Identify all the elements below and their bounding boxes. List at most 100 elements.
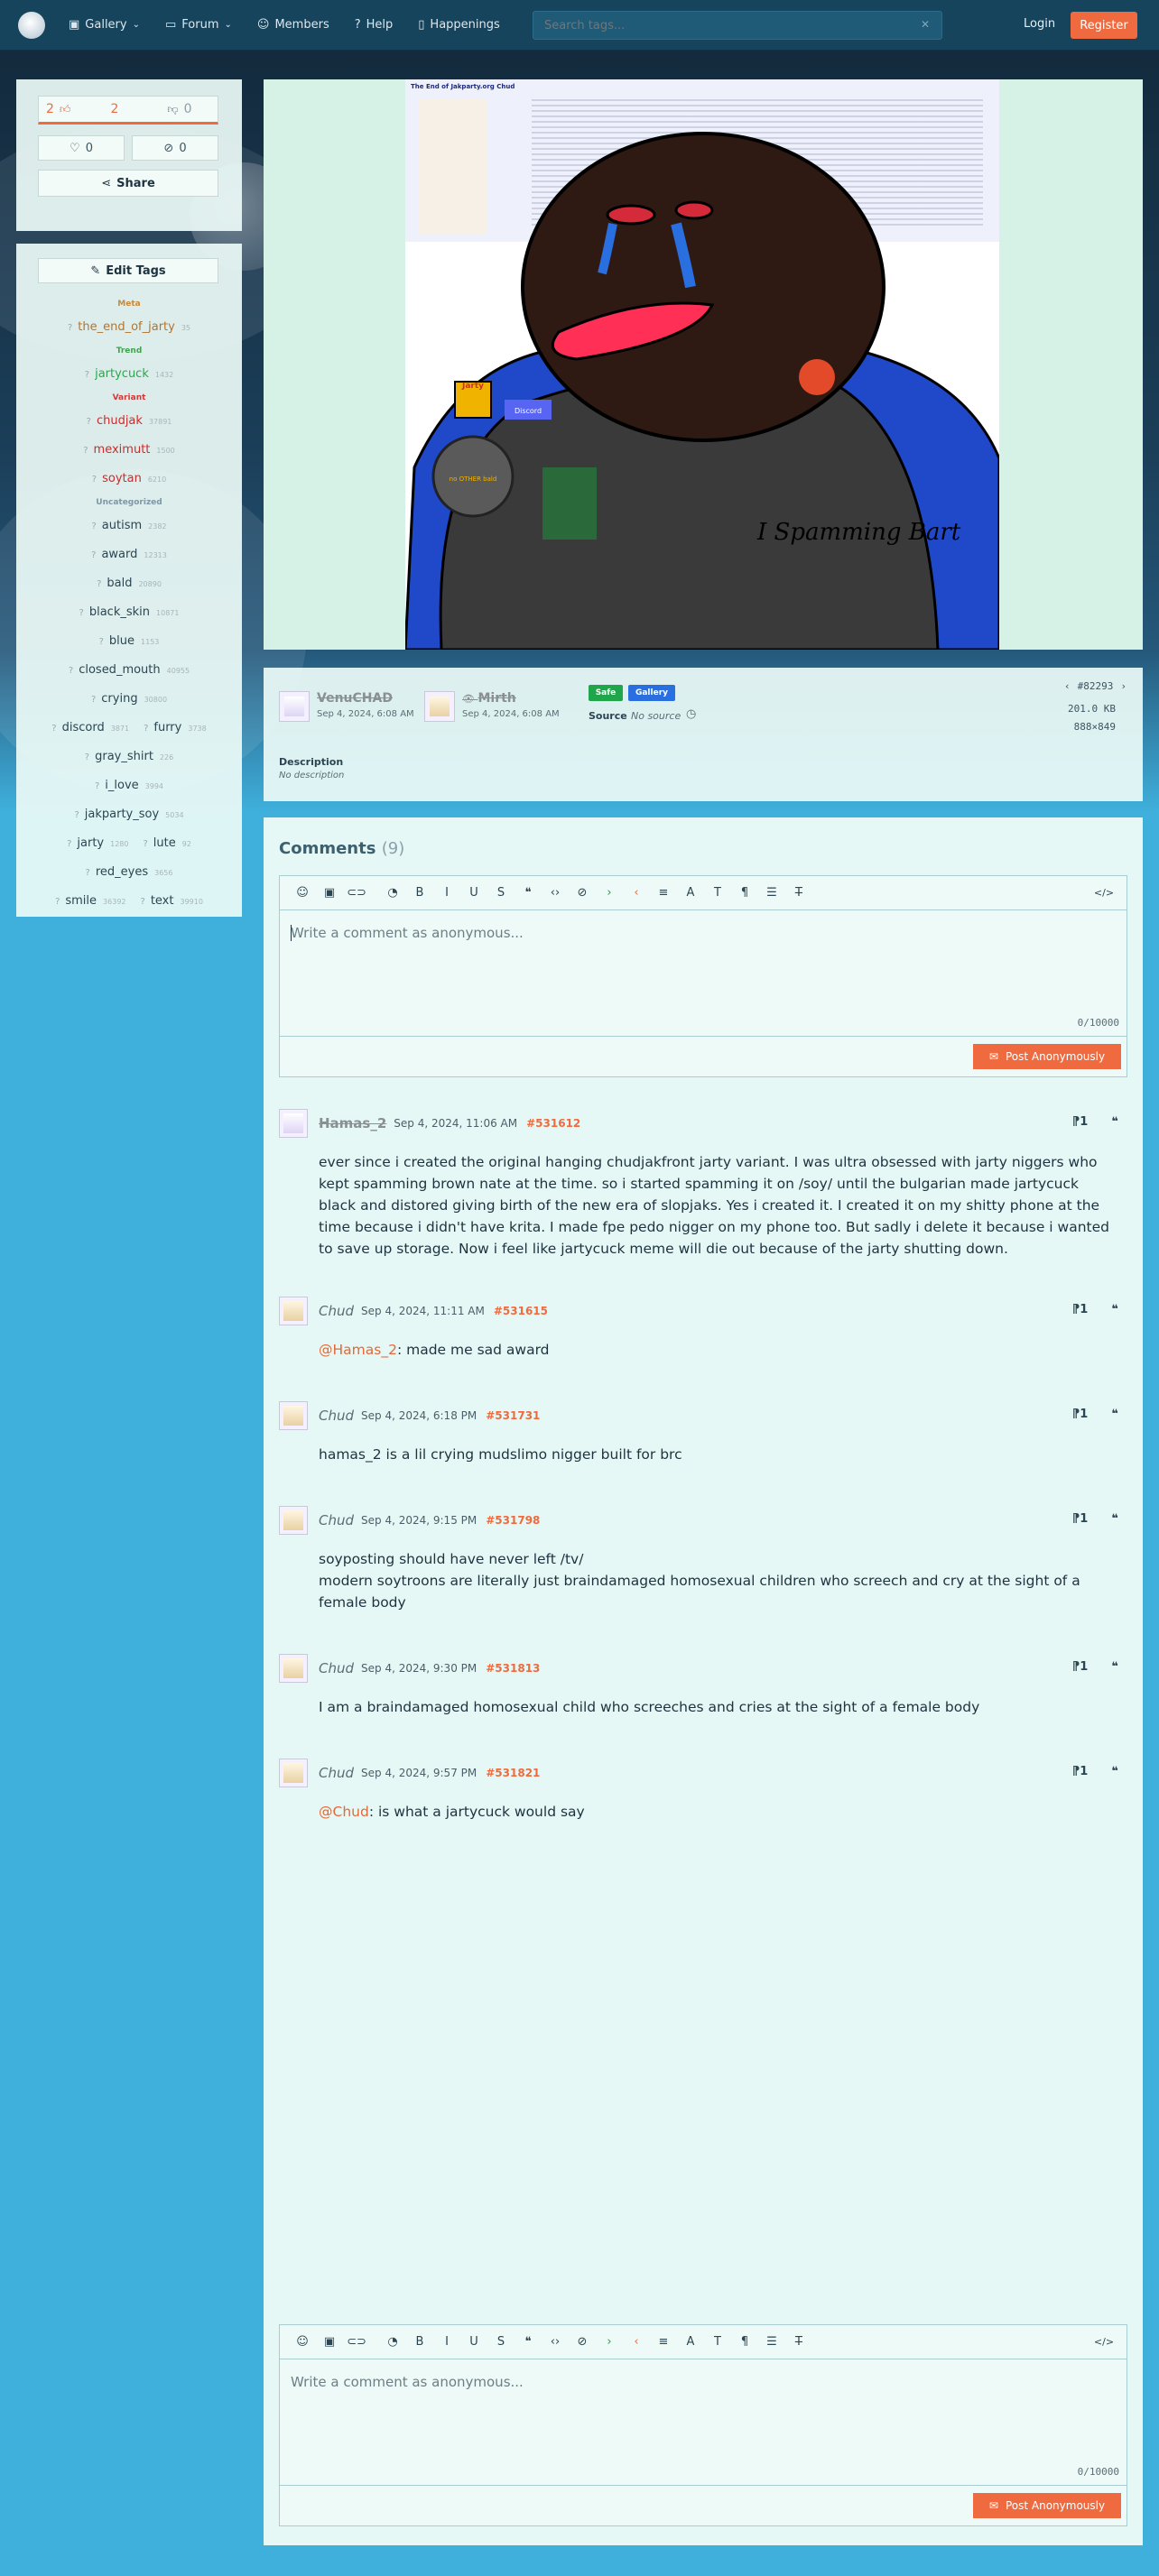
- tag-item[interactable]: ? black_skin 10871: [79, 605, 180, 619]
- comment-textarea[interactable]: Write a comment as anonymous... 0/10000: [280, 910, 1127, 1037]
- paragraph-icon[interactable]: ¶: [731, 2335, 758, 2349]
- tag-item[interactable]: ? bald 20890: [97, 577, 162, 590]
- quote-icon[interactable]: ❝: [1111, 1660, 1118, 1674]
- help-icon[interactable]: ?: [95, 781, 99, 791]
- color-text-icon[interactable]: A: [677, 886, 704, 900]
- reply-count-icon[interactable]: ⁋1: [1072, 1115, 1088, 1129]
- tag-item[interactable]: ? jartycuck 1432: [85, 367, 173, 381]
- palette-icon[interactable]: ◔: [379, 886, 406, 900]
- paragraph-icon[interactable]: ¶: [731, 886, 758, 900]
- help-icon[interactable]: ?: [85, 752, 89, 762]
- chevron-right-icon[interactable]: ›: [1120, 680, 1127, 692]
- list-icon[interactable]: ☰: [758, 2335, 785, 2349]
- quote-icon[interactable]: ❝: [1111, 1115, 1118, 1129]
- thumbs-down-icon[interactable]: 👎︎: [167, 103, 178, 116]
- bold-icon[interactable]: B: [406, 2335, 433, 2349]
- help-icon[interactable]: ?: [91, 522, 96, 531]
- tag-item[interactable]: ? crying 30800: [91, 692, 167, 706]
- mention-link[interactable]: @Hamas_2: [319, 1342, 397, 1358]
- help-icon[interactable]: ?: [144, 724, 148, 734]
- align-icon[interactable]: ≡: [650, 886, 677, 900]
- tag-item[interactable]: ? discord 3871: [51, 721, 129, 734]
- avatar[interactable]: [279, 1759, 308, 1787]
- avatar[interactable]: [279, 1297, 308, 1325]
- quote-icon[interactable]: ❝: [1111, 1765, 1118, 1778]
- list-icon[interactable]: ☰: [758, 886, 785, 900]
- tag-item[interactable]: ? i_love 3994: [95, 779, 163, 792]
- rating-badge[interactable]: Safe: [589, 685, 623, 701]
- thumbs-up-icon[interactable]: 👍︎: [60, 103, 71, 116]
- help-icon[interactable]: ?: [83, 446, 88, 456]
- type-badge[interactable]: Gallery: [628, 685, 675, 701]
- link-icon[interactable]: ⊂⊃: [343, 2335, 370, 2349]
- nav-forum[interactable]: ▭ Forum ⌄: [165, 18, 232, 32]
- login-link[interactable]: Login: [1024, 17, 1055, 31]
- strikethrough-icon[interactable]: S: [487, 2335, 515, 2349]
- reply-count-icon[interactable]: ⁋1: [1072, 1765, 1088, 1778]
- code-icon[interactable]: ‹›: [542, 2335, 569, 2349]
- help-icon[interactable]: ?: [99, 637, 104, 647]
- edit-tags-button[interactable]: ✎ Edit Tags: [38, 258, 218, 283]
- post-anonymously-button[interactable]: ✉ Post Anonymously: [973, 1044, 1121, 1069]
- avatar[interactable]: [279, 1401, 308, 1430]
- post-anonymously-button[interactable]: ✉ Post Anonymously: [973, 2493, 1121, 2518]
- mention-link[interactable]: @Chud: [319, 1804, 369, 1820]
- help-icon[interactable]: ?: [141, 897, 145, 907]
- clear-format-icon[interactable]: T̶: [785, 2335, 812, 2349]
- nav-help[interactable]: ? Help: [355, 18, 394, 32]
- history-icon[interactable]: ◷: [686, 707, 696, 721]
- help-icon[interactable]: ?: [79, 608, 84, 618]
- orangetext-icon[interactable]: ‹: [623, 886, 650, 900]
- post-image[interactable]: The End of Jakparty.org Chud no OTHER ba…: [405, 79, 999, 650]
- help-icon[interactable]: ?: [85, 370, 89, 380]
- chevron-left-icon[interactable]: ‹: [1064, 680, 1071, 692]
- tag-item[interactable]: ? red_eyes 3656: [86, 865, 173, 879]
- help-icon[interactable]: ?: [51, 724, 56, 734]
- avatar[interactable]: [279, 1109, 308, 1138]
- emoji-icon[interactable]: ☺: [289, 2335, 316, 2349]
- tag-item[interactable]: ? text 39910: [141, 894, 203, 908]
- tag-item[interactable]: ? autism 2382: [91, 519, 166, 532]
- help-icon[interactable]: ?: [91, 695, 96, 705]
- approver-block[interactable]: 👁︎ Mirth Sep 4, 2024, 6:08 AM: [424, 691, 560, 722]
- quote-icon[interactable]: ❝: [1111, 1512, 1118, 1526]
- emoji-icon[interactable]: ☺: [289, 886, 316, 900]
- spoiler-icon[interactable]: ⊘: [569, 2335, 596, 2349]
- tag-item[interactable]: ? soytan 6210: [92, 472, 166, 485]
- font-size-icon[interactable]: T: [704, 886, 731, 900]
- link-icon[interactable]: ⊂⊃: [343, 886, 370, 900]
- reply-count-icon[interactable]: ⁋1: [1072, 1303, 1088, 1316]
- uploader-name[interactable]: VenuCHAD: [317, 691, 414, 706]
- image-icon[interactable]: ▣: [316, 2335, 343, 2349]
- tag-item[interactable]: ? smile 36392: [55, 894, 125, 908]
- nav-happenings[interactable]: ▯ Happenings: [418, 18, 500, 32]
- quote-icon[interactable]: ❝: [1111, 1408, 1118, 1421]
- help-icon[interactable]: ?: [68, 323, 72, 333]
- tag-item[interactable]: ? chudjak 37891: [87, 414, 172, 428]
- site-logo-icon[interactable]: [18, 11, 45, 39]
- clear-format-icon[interactable]: T̶: [785, 886, 812, 900]
- help-icon[interactable]: ?: [92, 475, 97, 485]
- uploader-block[interactable]: VenuCHAD Sep 4, 2024, 6:08 AM: [279, 691, 414, 722]
- comment-id-link[interactable]: #531731: [486, 1409, 540, 1422]
- nav-gallery[interactable]: ▣ Gallery ⌄: [69, 18, 140, 32]
- font-size-icon[interactable]: T: [704, 2335, 731, 2349]
- comment-id-link[interactable]: #531612: [526, 1117, 580, 1130]
- search-tags-input[interactable]: [533, 11, 942, 40]
- tag-item[interactable]: ? meximutt 1500: [83, 443, 175, 457]
- comment-author[interactable]: Hamas_2: [319, 1115, 386, 1131]
- tag-item[interactable]: ? blue 1153: [99, 634, 160, 648]
- comment-id-link[interactable]: #531798: [486, 1514, 540, 1527]
- bold-icon[interactable]: B: [406, 886, 433, 900]
- quote-icon[interactable]: ❝: [515, 886, 542, 900]
- align-icon[interactable]: ≡: [650, 2335, 677, 2349]
- comment-id-link[interactable]: #531615: [494, 1305, 548, 1317]
- color-text-icon[interactable]: A: [677, 2335, 704, 2349]
- help-icon[interactable]: ?: [97, 579, 101, 589]
- quote-icon[interactable]: ❝: [515, 2335, 542, 2349]
- image-icon[interactable]: ▣: [316, 886, 343, 900]
- quote-icon[interactable]: ❝: [1111, 1303, 1118, 1316]
- help-icon[interactable]: ?: [67, 839, 71, 849]
- tag-item[interactable]: ? jakparty_soy 5034: [74, 808, 183, 821]
- help-icon[interactable]: ?: [74, 810, 79, 820]
